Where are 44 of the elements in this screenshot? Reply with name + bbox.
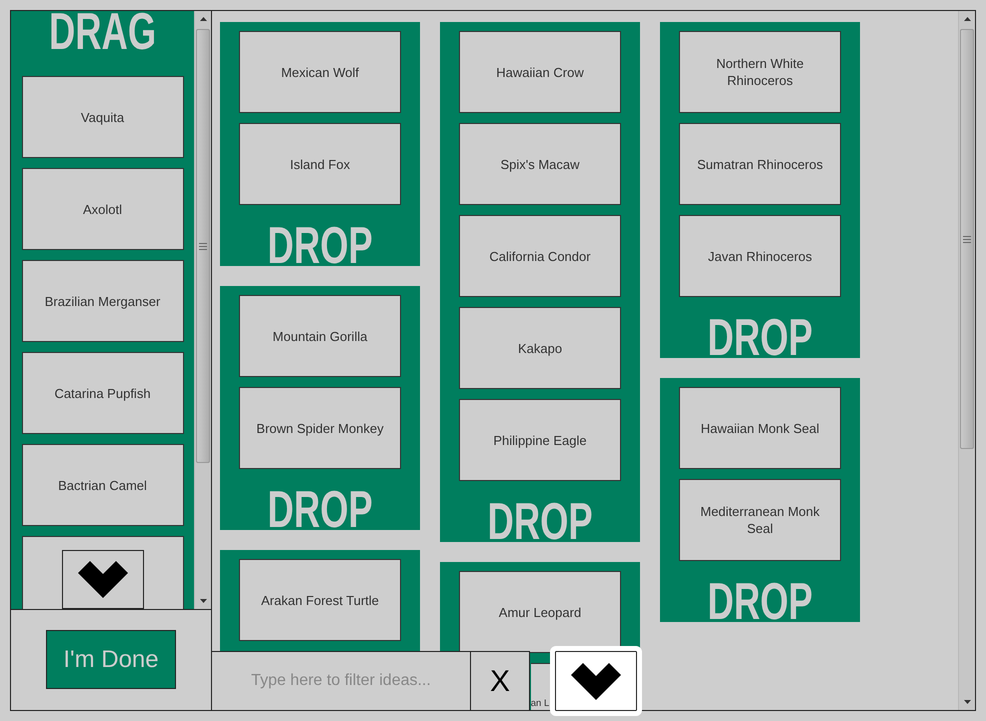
clear-filter-button[interactable]: X	[470, 651, 530, 711]
show-more-button[interactable]	[62, 550, 144, 609]
drop-label: DROP	[487, 502, 593, 542]
idea-card[interactable]: Brown Spider Monkey	[239, 387, 401, 469]
idea-card[interactable]: Philippine Eagle	[459, 399, 621, 481]
idea-card[interactable]: Arakan Forest Turtle	[239, 559, 401, 641]
idea-card[interactable]: Axolotl	[22, 168, 184, 250]
idea-card[interactable]: Mexican Wolf	[239, 31, 401, 113]
drop-label: DROP	[267, 226, 373, 266]
idea-card[interactable]: Mediterranean Monk Seal	[679, 479, 841, 561]
scrollbar[interactable]	[958, 11, 975, 710]
idea-card[interactable]: Island Fox	[239, 123, 401, 205]
scrollbar[interactable]	[194, 11, 211, 609]
scroll-down-button[interactable]	[550, 646, 642, 716]
idea-card[interactable]: Spix's Macaw	[459, 123, 621, 205]
scroll-up-icon[interactable]	[964, 17, 970, 21]
scroll-down-icon[interactable]	[200, 599, 206, 603]
chevron-down-icon	[78, 561, 128, 598]
idea-card[interactable]: Amur Leopard	[459, 571, 621, 653]
drop-label: DROP	[707, 318, 813, 358]
idea-card[interactable]: Bactrian Camel	[22, 444, 184, 526]
drop-label: DROP	[707, 582, 813, 622]
idea-card[interactable]: an L	[530, 663, 550, 710]
grip-icon	[963, 236, 971, 242]
scroll-down-icon[interactable]	[964, 700, 970, 704]
idea-card[interactable]: Mountain Gorilla	[239, 295, 401, 377]
scrollbar-thumb[interactable]	[960, 29, 974, 449]
drop-label: DROP	[267, 490, 373, 530]
idea-card[interactable]: California Condor	[459, 215, 621, 297]
idea-card[interactable]: Hawaiian Crow	[459, 31, 621, 113]
chevron-down-icon	[571, 662, 621, 700]
filter-input[interactable]: Type here to filter ideas...	[211, 651, 471, 711]
grip-icon	[199, 242, 207, 250]
idea-card[interactable]: Kakapo	[459, 307, 621, 389]
idea-card[interactable]: Hawaiian Monk Seal	[679, 387, 841, 469]
idea-card[interactable]: Catarina Pupfish	[22, 352, 184, 434]
scroll-up-icon[interactable]	[200, 17, 206, 21]
scrollbar-thumb[interactable]	[196, 29, 210, 463]
idea-card[interactable]: Javan Rhinoceros	[679, 215, 841, 297]
idea-card[interactable]: Vaquita	[22, 76, 184, 158]
idea-card[interactable]: Sumatran Rhinoceros	[679, 123, 841, 205]
idea-card[interactable]: Brazilian Merganser	[22, 260, 184, 342]
idea-card[interactable]: Northern White Rhinoceros	[679, 31, 841, 113]
drag-label: DRAG	[48, 12, 156, 52]
